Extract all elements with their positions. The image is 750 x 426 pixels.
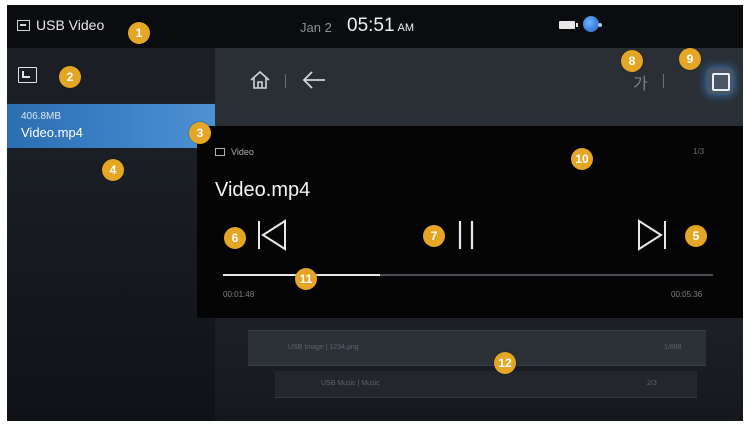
callout-12: 12 xyxy=(494,352,516,374)
player-track-count: 1/3 xyxy=(693,147,705,156)
time-elapsed: 00:01:48 xyxy=(223,290,255,299)
toolbar-separator-2 xyxy=(663,74,664,88)
fullscreen-button[interactable] xyxy=(707,68,733,94)
status-time: 05:51 AM xyxy=(347,15,414,37)
pause-icon[interactable] xyxy=(455,218,477,252)
callout-11: 11 xyxy=(295,268,317,290)
file-size: 406.8MB xyxy=(21,111,62,122)
home-icon[interactable] xyxy=(249,69,271,91)
callout-9: 9 xyxy=(679,48,701,70)
status-time-value: 05:51 xyxy=(347,15,395,36)
file-item-selected[interactable]: 406.8MB Video.mp4 xyxy=(7,104,215,148)
callout-3: 3 xyxy=(189,122,211,144)
screen: USB Video Jan 2 05:51 AM 406.8MB Video.mp… xyxy=(7,5,743,421)
folder-up-icon[interactable] xyxy=(18,67,37,83)
time-total: 00:05:36 xyxy=(671,290,703,299)
list-row-label: USB Image | 1234.png xyxy=(288,344,359,351)
list-row[interactable]: USB Image | 1234.png 1/888 xyxy=(248,330,706,366)
player-title: Video.mp4 xyxy=(215,179,311,201)
file-list-panel: 406.8MB Video.mp4 xyxy=(7,48,215,421)
folder-icon xyxy=(215,148,225,156)
callout-1: 1 xyxy=(128,22,150,44)
status-title-label: USB Video xyxy=(36,17,105,33)
voice-assistant-icon[interactable] xyxy=(583,16,602,32)
previous-track-icon[interactable] xyxy=(255,218,289,252)
list-row-label: USB Music | Music xyxy=(321,380,380,387)
callout-2: 2 xyxy=(59,66,81,88)
player-folder: Video xyxy=(231,147,254,157)
list-row[interactable]: USB Music | Music 2/3 xyxy=(275,371,697,398)
next-track-icon[interactable] xyxy=(635,218,669,252)
list-row-count: 2/3 xyxy=(647,380,657,387)
status-title: USB Video xyxy=(17,17,104,33)
back-icon[interactable] xyxy=(301,69,327,91)
korean-keyboard-icon[interactable]: 가 xyxy=(633,70,648,94)
top-toolbar: 가 xyxy=(215,48,743,114)
status-bar: USB Video Jan 2 05:51 AM xyxy=(7,5,743,48)
battery-icon xyxy=(559,21,578,29)
mini-player: Video 1/3 Video.mp4 00:01:48 00:05:36 xyxy=(197,126,743,318)
file-list-header xyxy=(7,48,215,101)
callout-6: 6 xyxy=(224,227,246,249)
status-date: Jan 2 xyxy=(300,20,332,35)
status-ampm: AM xyxy=(397,22,415,34)
file-name: Video.mp4 xyxy=(21,125,83,140)
toolbar-separator xyxy=(285,74,286,88)
callout-7: 7 xyxy=(423,225,445,247)
callout-5: 5 xyxy=(685,225,707,247)
callout-4: 4 xyxy=(102,159,124,181)
usb-icon xyxy=(17,19,30,31)
callout-10: 10 xyxy=(571,148,593,170)
list-row-count: 1/888 xyxy=(664,344,682,351)
callout-8: 8 xyxy=(621,50,643,72)
